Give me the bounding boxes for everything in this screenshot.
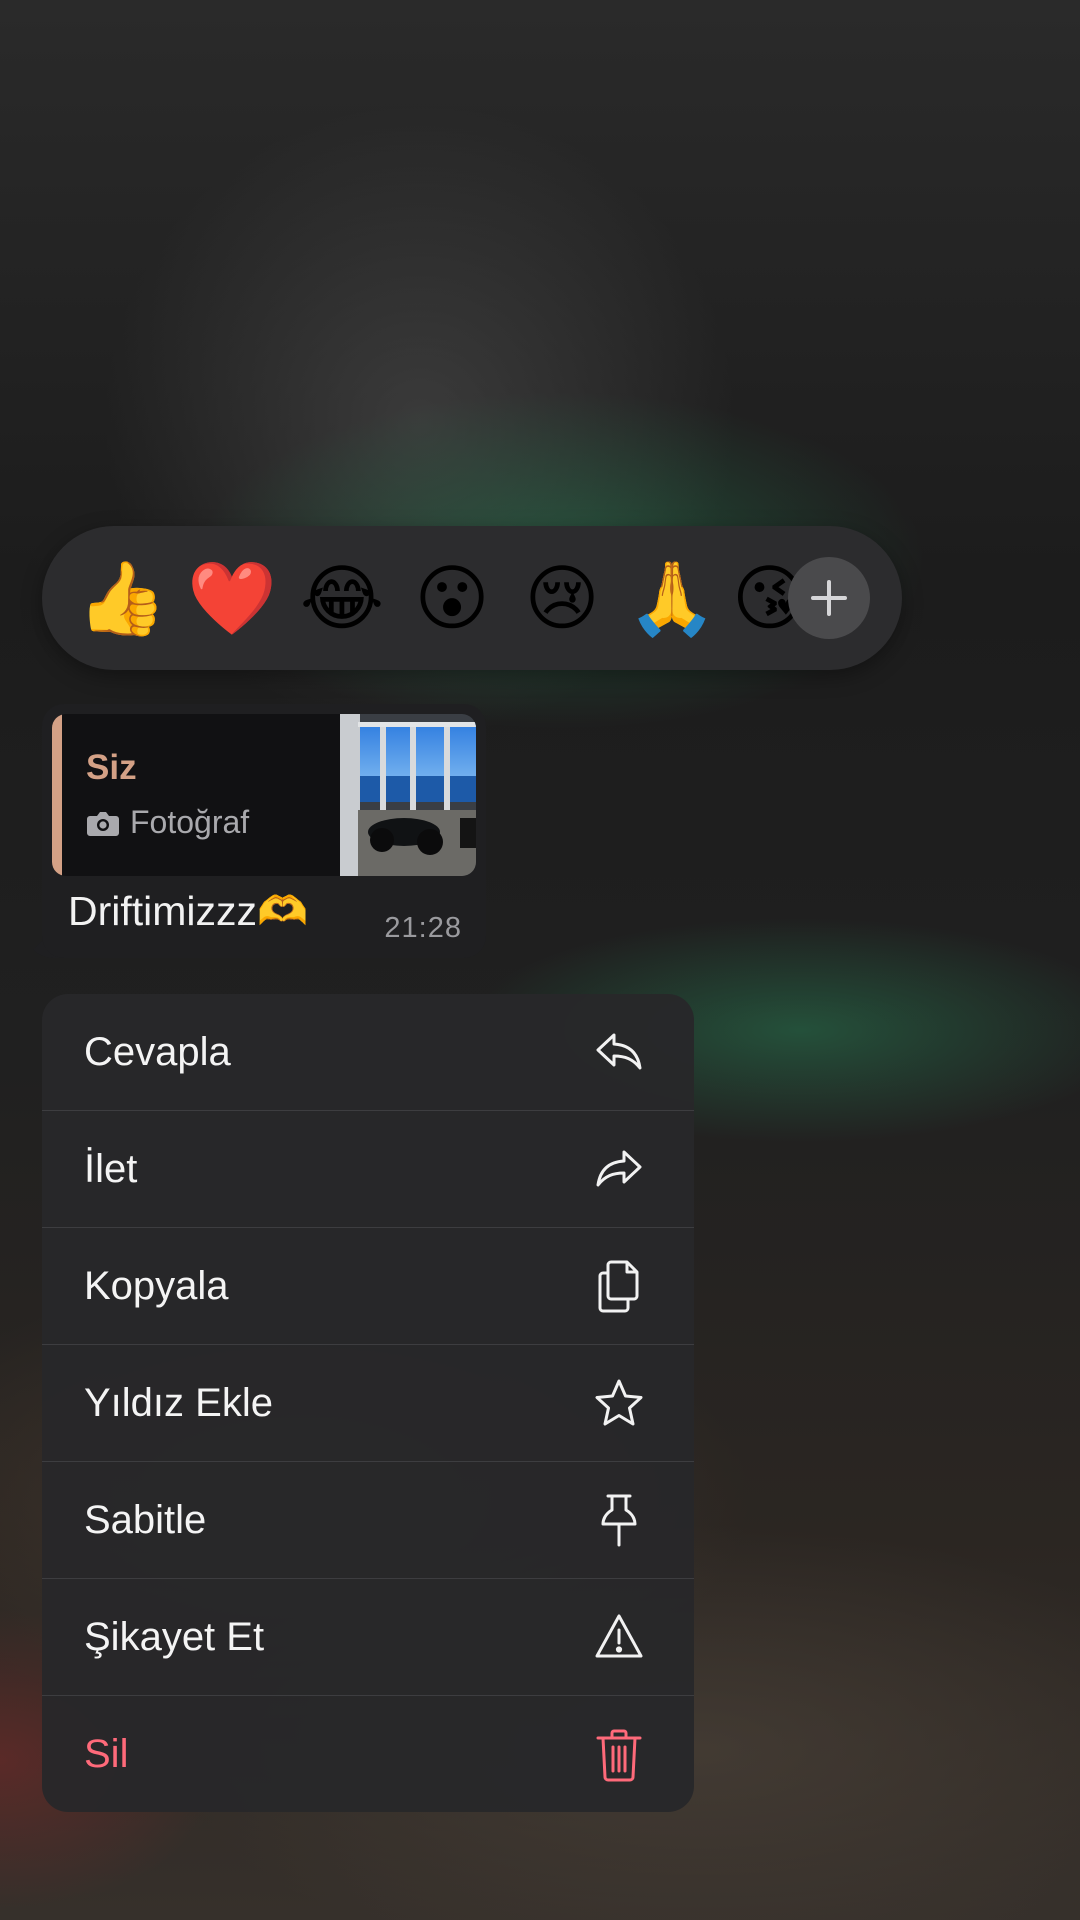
more-reactions-button[interactable] bbox=[788, 557, 870, 639]
quote-accent-bar bbox=[52, 714, 62, 876]
photo-thumbnail[interactable] bbox=[340, 714, 476, 876]
camera-icon bbox=[87, 811, 119, 836]
menu-item-star[interactable]: Yıldız Ekle bbox=[42, 1345, 694, 1462]
menu-item-label: Sil bbox=[84, 1732, 129, 1776]
warning-icon bbox=[592, 1610, 646, 1664]
quote-type-label: Fotoğraf bbox=[130, 804, 250, 840]
quote-type: Fotoğraf bbox=[86, 804, 249, 841]
reaction-surprised[interactable]: 😮 bbox=[402, 548, 502, 648]
menu-item-pin[interactable]: Sabitle bbox=[42, 1462, 694, 1579]
motorcycle-photo bbox=[340, 714, 476, 876]
reaction-bar: 👍 ❤️ 😂 😮 😢 🙏 😘 bbox=[42, 526, 902, 670]
menu-item-label: Kopyala bbox=[84, 1263, 229, 1308]
message-context-menu: Cevapla İlet Kopyala Yıldız Ekle Sabitle… bbox=[42, 994, 694, 1812]
menu-item-label: İlet bbox=[84, 1146, 138, 1191]
star-icon bbox=[592, 1376, 646, 1430]
pin-icon bbox=[592, 1493, 646, 1547]
menu-item-reply[interactable]: Cevapla bbox=[42, 994, 694, 1111]
reply-icon bbox=[592, 1025, 646, 1079]
menu-item-report[interactable]: Şikayet Et bbox=[42, 1579, 694, 1696]
message-text: Driftimizzz🫶 bbox=[68, 888, 309, 934]
message-time: 21:28 bbox=[384, 912, 462, 944]
menu-item-forward[interactable]: İlet bbox=[42, 1111, 694, 1228]
reaction-laughing[interactable]: 😂 bbox=[292, 548, 392, 648]
reaction-crying[interactable]: 😢 bbox=[512, 548, 612, 648]
menu-item-copy[interactable]: Kopyala bbox=[42, 1228, 694, 1345]
menu-item-label: Cevapla bbox=[84, 1029, 231, 1074]
quoted-message[interactable]: Siz Fotoğraf bbox=[52, 714, 476, 876]
menu-item-label: Sabitle bbox=[84, 1497, 207, 1542]
reaction-pray[interactable]: 🙏 bbox=[622, 548, 722, 648]
reaction-heart[interactable]: ❤️ bbox=[182, 548, 282, 648]
copy-icon bbox=[592, 1259, 646, 1313]
menu-item-label: Şikayet Et bbox=[84, 1614, 265, 1659]
menu-item-delete[interactable]: Sil bbox=[42, 1696, 694, 1812]
chat-screen-backdrop: 👍 ❤️ 😂 😮 😢 🙏 😘 Siz Fotoğraf Driftimizzz🫶… bbox=[0, 0, 1080, 1920]
reaction-thumbs-up[interactable]: 👍 bbox=[72, 548, 172, 648]
quote-author: Siz bbox=[86, 748, 137, 787]
plus-icon bbox=[811, 580, 847, 616]
menu-item-label: Yıldız Ekle bbox=[84, 1380, 273, 1425]
forward-icon bbox=[592, 1142, 646, 1196]
trash-icon bbox=[592, 1728, 646, 1782]
message-bubble[interactable]: Siz Fotoğraf Driftimizzz🫶 21:28 bbox=[42, 704, 486, 958]
